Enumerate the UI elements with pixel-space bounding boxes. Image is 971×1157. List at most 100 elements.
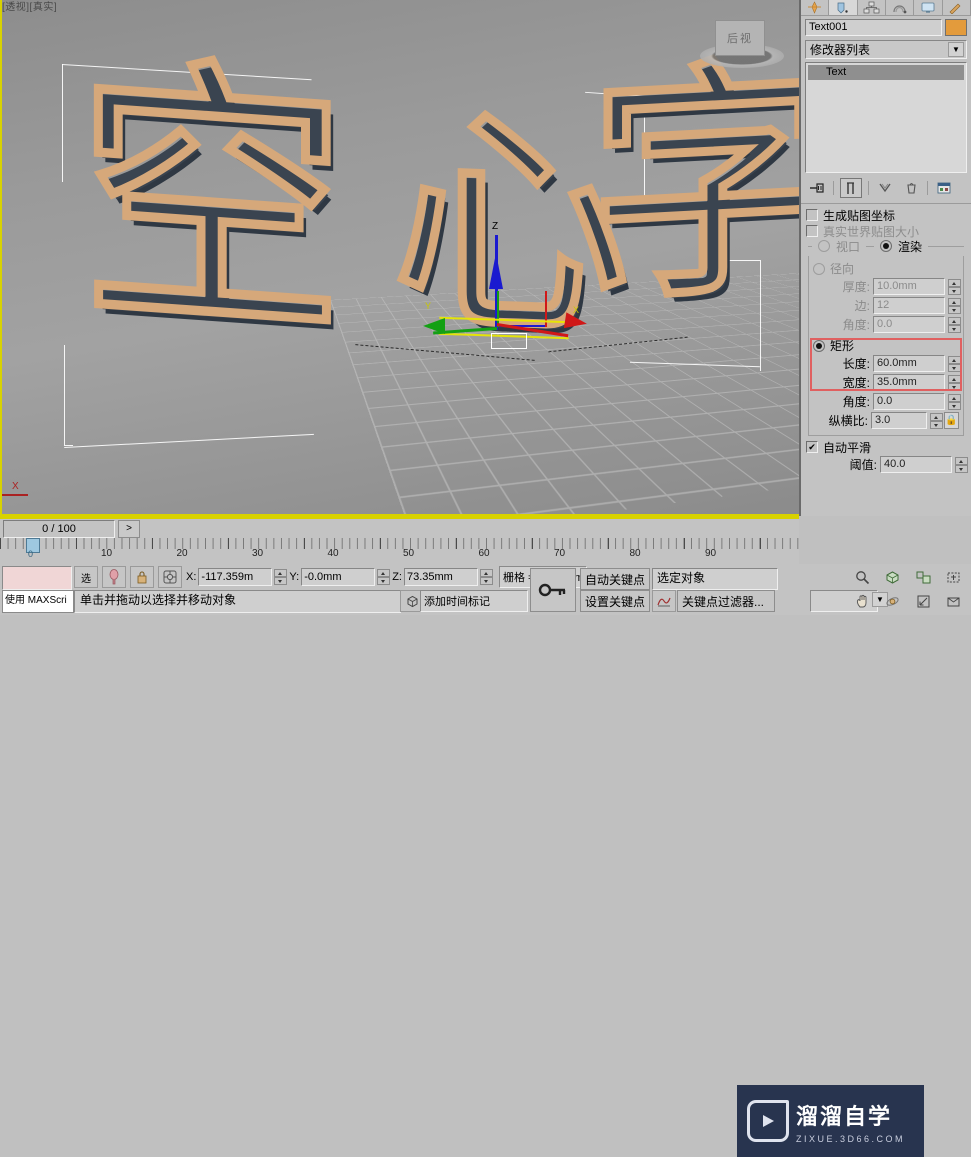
modifier-stack[interactable]: Text — [805, 62, 967, 173]
radial-angle-row[interactable]: 角度: 0.0 — [813, 315, 959, 334]
display-tab[interactable] — [914, 0, 942, 15]
gen-mapping-coords-row[interactable]: 生成贴图坐标 — [806, 207, 966, 223]
aspect-spinner[interactable] — [930, 413, 941, 429]
zoom-all-icon[interactable] — [878, 566, 907, 589]
x-spinner[interactable] — [274, 569, 285, 585]
gizmo-x-arrow[interactable] — [564, 312, 588, 331]
next-frame-button[interactable]: > — [118, 520, 140, 538]
radial-radio[interactable] — [813, 263, 825, 275]
perspective-viewport[interactable]: [透视][真实] 空 心 字 Z X Y X 后视 — [0, 0, 801, 516]
length-row[interactable]: 长度: 60.0mm — [813, 354, 959, 373]
track-bar[interactable]: 0 10 20 30 40 50 60 70 80 90 — [0, 538, 799, 564]
lock-icon[interactable]: 🔒 — [944, 412, 959, 429]
length-input[interactable]: 60.0mm — [873, 355, 945, 372]
radial-radio-row[interactable]: 径向 — [813, 260, 959, 277]
thickness-input[interactable]: 10.0mm — [873, 278, 945, 295]
configure-sets-icon[interactable] — [934, 179, 954, 197]
aspect-row[interactable]: 纵横比: 3.0 🔒 — [813, 411, 959, 430]
threshold-row[interactable]: 阈值: 40.0 — [806, 455, 966, 474]
set-key-button[interactable]: 设置关键点 — [580, 590, 650, 612]
width-row[interactable]: 宽度: 35.0mm — [813, 373, 959, 392]
threshold-spinner[interactable] — [955, 457, 966, 473]
rectangular-radio-row[interactable]: 矩形 — [813, 337, 959, 354]
z-spinner[interactable] — [480, 569, 491, 585]
checkbox[interactable]: ✔ — [806, 441, 818, 453]
y-coordinate-field[interactable]: Y: -0.0mm — [289, 568, 388, 586]
rect-angle-row[interactable]: 角度: 0.0 — [813, 392, 959, 411]
sides-row[interactable]: 边: 12 — [813, 296, 959, 315]
aspect-input[interactable]: 3.0 — [871, 412, 927, 429]
pan-icon[interactable] — [848, 590, 877, 613]
show-end-result-icon[interactable] — [840, 178, 862, 198]
rect-angle-label: 角度: — [843, 393, 870, 410]
status-bar: 使用 MAXScri 选 X: -117.359m Y: -0.0mm Z: 7… — [0, 564, 971, 615]
thickness-row[interactable]: 厚度: 10.0mm — [813, 277, 959, 296]
sides-spinner[interactable] — [948, 298, 959, 314]
sides-input[interactable]: 12 — [873, 297, 945, 314]
length-spinner[interactable] — [948, 356, 959, 372]
radial-angle-input[interactable]: 0.0 — [873, 316, 945, 333]
gizmo-y-arrow[interactable] — [423, 318, 445, 334]
time-slider-field[interactable]: 0 / 100 — [3, 520, 115, 538]
object-color-swatch[interactable] — [945, 19, 967, 36]
chevron-down-icon[interactable]: ▼ — [948, 42, 964, 57]
z-coordinate-field[interactable]: Z: 73.35mm — [392, 568, 491, 586]
y-input[interactable]: -0.0mm — [301, 568, 375, 586]
gizmo-z-arrow[interactable] — [489, 253, 503, 289]
selection-lock-icon[interactable] — [102, 566, 126, 588]
x-input[interactable]: -117.359m — [198, 568, 272, 586]
gizmo-center-box[interactable] — [491, 333, 527, 349]
make-unique-icon[interactable] — [875, 179, 895, 197]
field-of-view-icon[interactable] — [939, 590, 968, 613]
checkbox[interactable] — [806, 209, 818, 221]
thickness-spinner[interactable] — [948, 279, 959, 295]
move-transform-gizmo[interactable]: Z X Y — [455, 235, 595, 355]
x-coordinate-field[interactable]: X: -117.359m — [186, 568, 285, 586]
orbit-icon[interactable] — [878, 590, 907, 613]
render-radio[interactable] — [880, 240, 892, 252]
motion-tab[interactable] — [886, 0, 914, 15]
checkbox[interactable] — [806, 225, 818, 237]
modifier-stack-item-text[interactable]: Text — [808, 65, 964, 80]
view-cube[interactable]: 后视 — [700, 18, 784, 78]
real-world-map-size-row[interactable]: 真实世界贴图大小 — [806, 223, 966, 239]
coordinate-center-icon[interactable] — [158, 566, 182, 588]
lock-selection-icon[interactable] — [130, 566, 154, 588]
rectangular-radio[interactable] — [813, 340, 825, 352]
selection-bracket — [636, 96, 645, 196]
macro-recorder-pane[interactable] — [2, 566, 72, 590]
viewport-radio[interactable] — [818, 240, 830, 252]
key-icon[interactable] — [530, 568, 576, 612]
selection-count-icon[interactable]: 选 — [74, 566, 98, 588]
width-spinner[interactable] — [948, 375, 959, 391]
create-tab[interactable] — [801, 0, 829, 15]
rect-angle-input[interactable]: 0.0 — [873, 393, 945, 410]
zoom-region-icon[interactable] — [939, 566, 968, 589]
sides-label: 边: — [855, 297, 870, 314]
auto-key-button[interactable]: 自动关键点 — [580, 568, 650, 590]
z-input[interactable]: 73.35mm — [404, 568, 478, 586]
view-cube-face[interactable]: 后视 — [715, 20, 765, 56]
hierarchy-tab[interactable] — [858, 0, 886, 15]
auto-smooth-row[interactable]: ✔ 自动平滑 — [806, 439, 966, 455]
modifier-list-dropdown[interactable]: 修改器列表 ▼ — [805, 40, 967, 59]
zoom-icon[interactable] — [848, 566, 877, 589]
maximize-viewport-icon[interactable] — [909, 590, 938, 613]
pin-icon[interactable] — [807, 179, 827, 197]
zoom-extents-icon[interactable] — [909, 566, 938, 589]
viewport-label: [透视][真实] — [2, 0, 57, 13]
object-name-input[interactable]: Text001 — [805, 19, 942, 36]
time-slider[interactable]: 0 / 100 > — [0, 519, 799, 538]
width-input[interactable]: 35.0mm — [873, 374, 945, 391]
trash-icon[interactable] — [901, 179, 921, 197]
modify-tab[interactable] — [829, 0, 857, 15]
utilities-tab[interactable] — [943, 0, 971, 15]
threshold-input[interactable]: 40.0 — [880, 456, 952, 473]
selected-object-set[interactable]: 选定对象 — [652, 568, 778, 590]
key-filter-curve-icon[interactable] — [652, 590, 676, 612]
radial-angle-spinner[interactable] — [948, 317, 959, 333]
y-spinner[interactable] — [377, 569, 388, 585]
rect-angle-spinner[interactable] — [948, 394, 959, 410]
key-filters-button[interactable]: 关键点过滤器... — [677, 590, 775, 612]
add-time-tag-button[interactable]: 添加时间标记 — [420, 590, 528, 612]
